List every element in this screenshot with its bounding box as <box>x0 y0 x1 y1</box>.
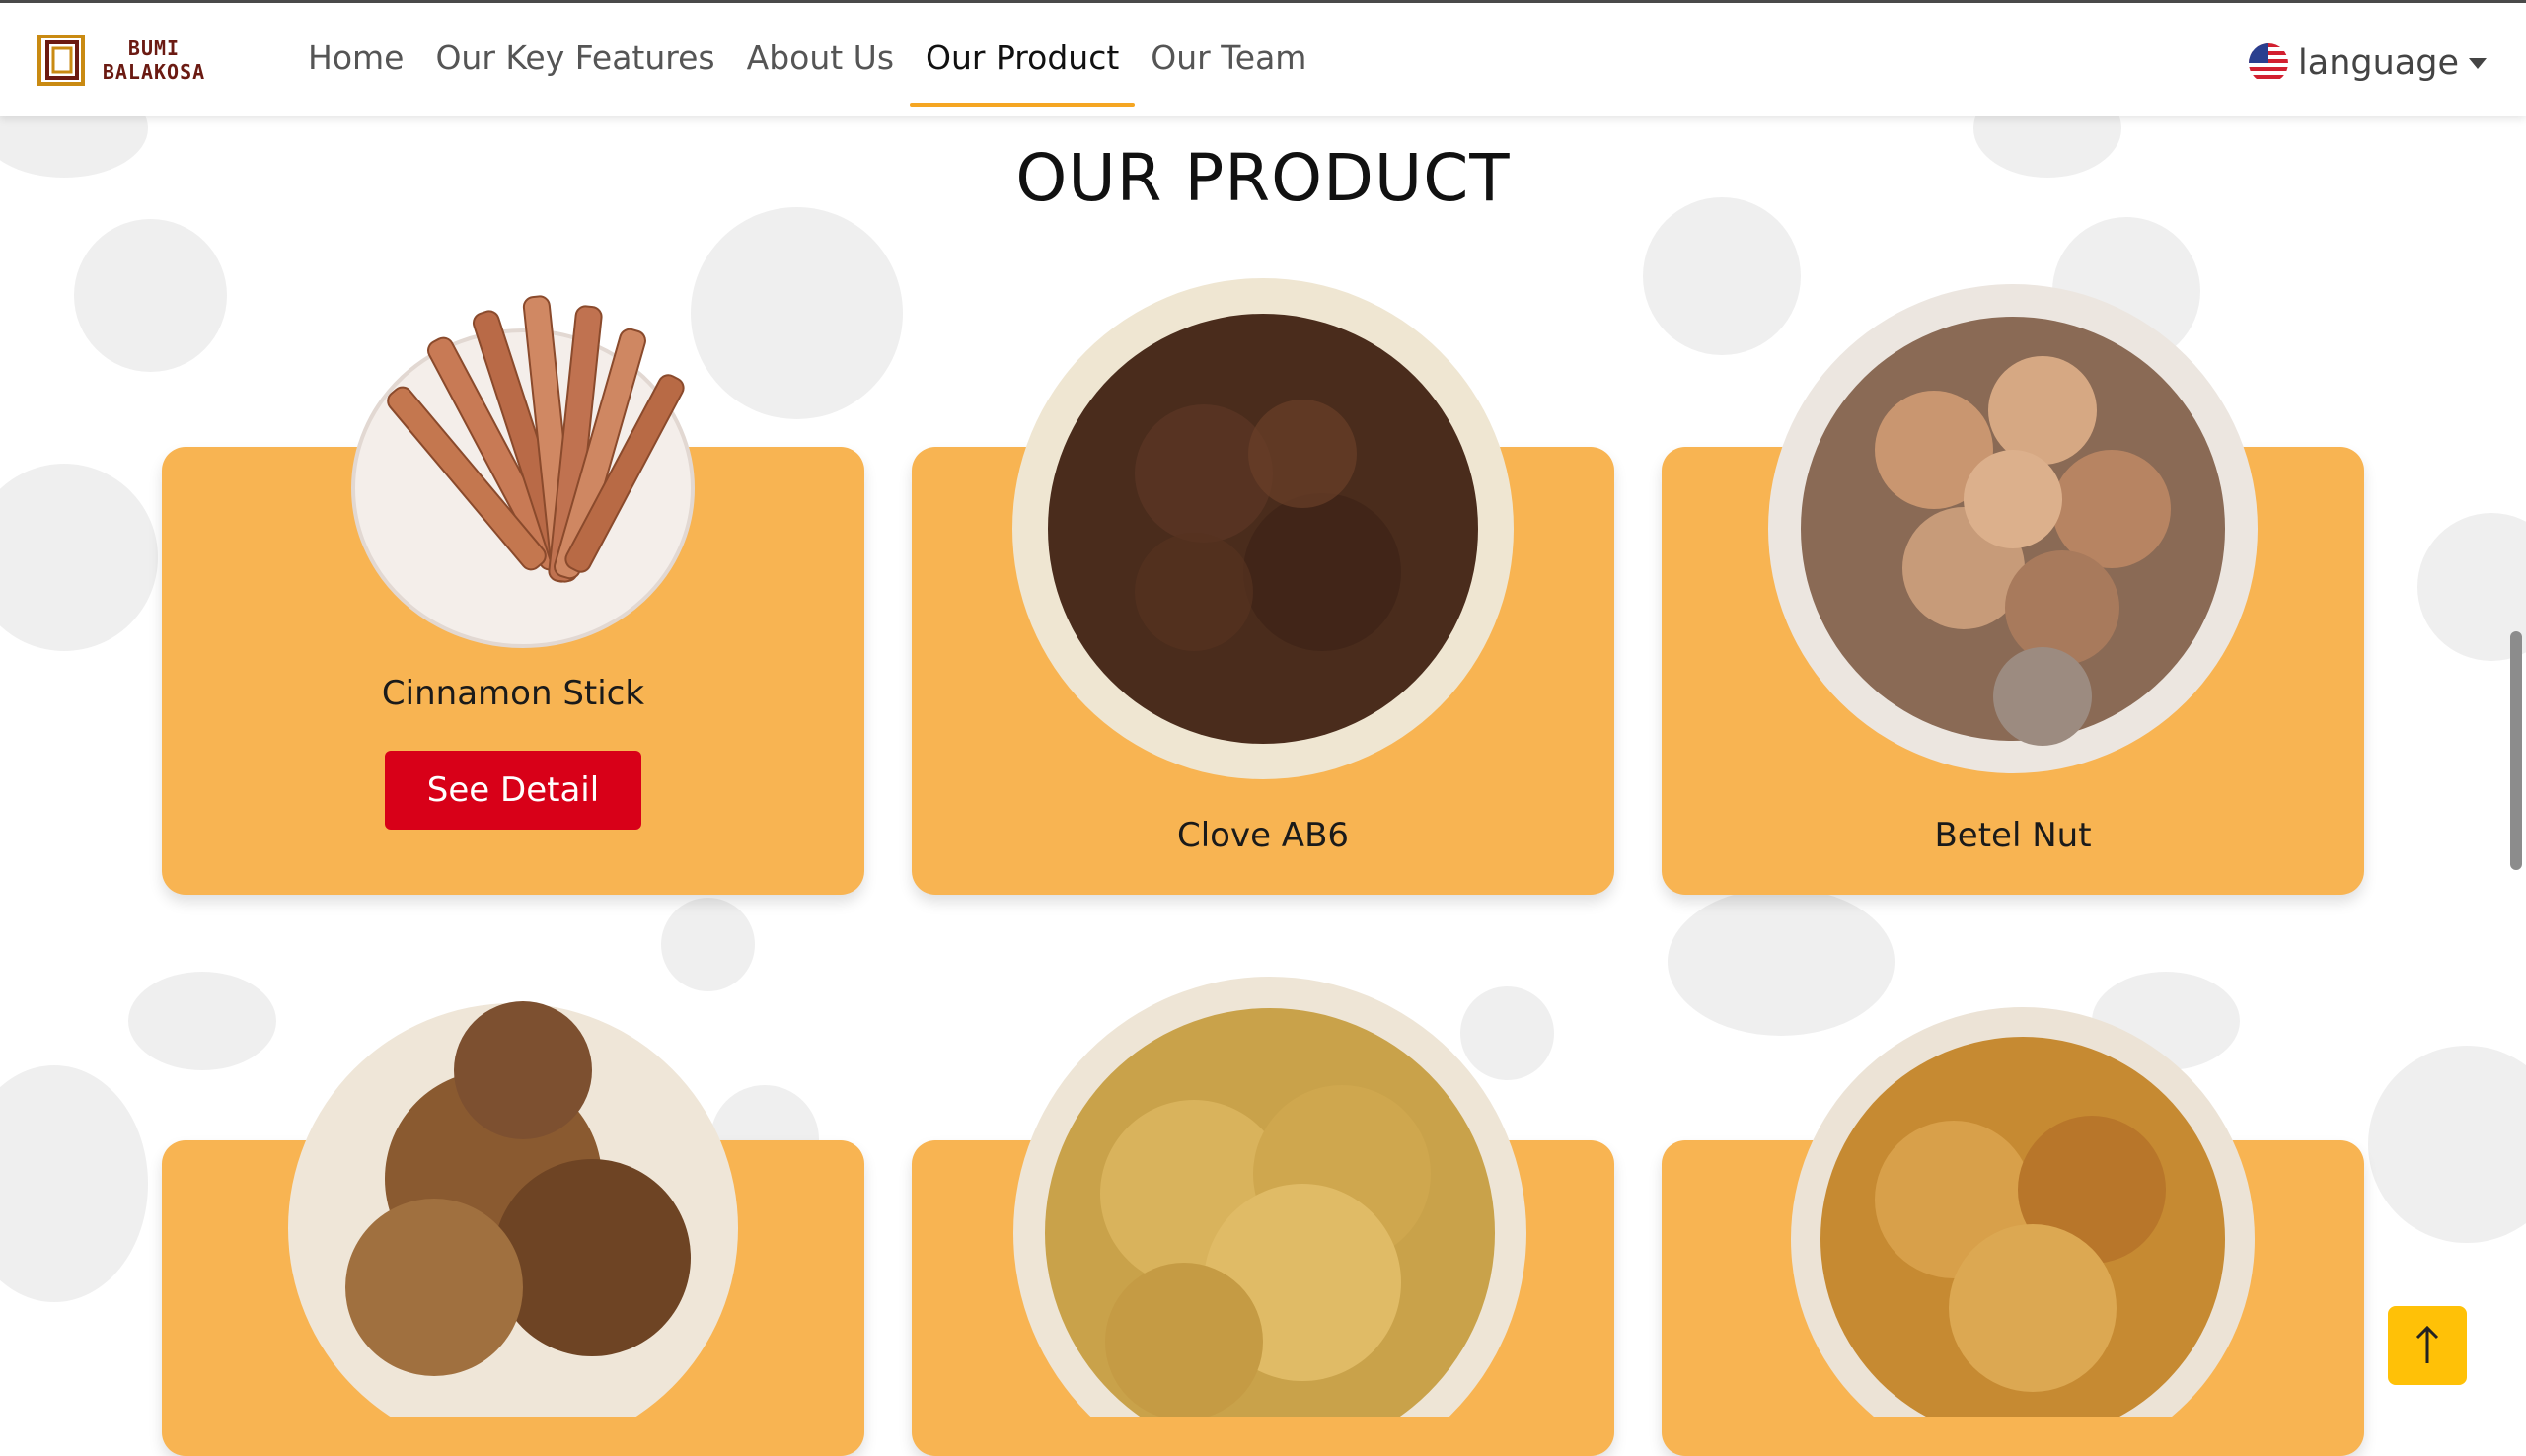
dried-root-image <box>288 1001 738 1417</box>
page-scrollbar[interactable] <box>2510 631 2522 870</box>
bg-decoration <box>691 207 903 419</box>
brand-line-2: BALAKOSA <box>102 60 206 84</box>
clove-ab6-image <box>1012 278 1514 779</box>
language-dropdown[interactable]: language <box>2249 38 2487 88</box>
language-label: language <box>2298 43 2459 83</box>
nav-item-our-team[interactable]: Our Team <box>1135 3 1322 116</box>
caret-down-icon <box>2469 57 2487 69</box>
cinnamon-stick-image <box>351 295 695 648</box>
betel-nut-image <box>1768 284 2258 773</box>
dried-turmeric-chips-image <box>1791 1007 2255 1417</box>
bg-decoration <box>74 219 227 372</box>
bg-decoration <box>128 972 276 1070</box>
bg-decoration <box>0 464 158 651</box>
see-detail-button[interactable]: See Detail <box>385 751 641 830</box>
product-name: Betel Nut <box>1934 816 2092 855</box>
top-navbar: BUMI BALAKOSA Home Our Key Features Abou… <box>0 0 2526 116</box>
arrow-up-icon <box>2415 1325 2439 1363</box>
section-title: OUR PRODUCT <box>1015 140 1511 216</box>
product-name: Clove AB6 <box>1176 816 1350 855</box>
bg-decoration <box>0 1065 148 1302</box>
main-nav: Home Our Key Features About Us Our Produ… <box>292 3 1322 116</box>
nav-item-home[interactable]: Home <box>292 3 419 116</box>
logo-frame-icon <box>37 35 85 86</box>
nav-item-our-product[interactable]: Our Product <box>910 3 1136 116</box>
nav-item-key-features[interactable]: Our Key Features <box>419 3 730 116</box>
dried-turmeric-slices-image <box>1013 977 1526 1417</box>
nav-item-about-us[interactable]: About Us <box>731 3 910 116</box>
product-name: Cinnamon Stick <box>381 674 645 713</box>
us-flag-icon <box>2249 43 2289 83</box>
bg-decoration <box>2368 1046 2526 1243</box>
brand-logo[interactable]: BUMI BALAKOSA <box>37 33 205 92</box>
brand-line-1: BUMI <box>127 36 181 60</box>
brand-name: BUMI BALAKOSA <box>95 36 213 84</box>
back-to-top-button[interactable] <box>2388 1306 2467 1385</box>
